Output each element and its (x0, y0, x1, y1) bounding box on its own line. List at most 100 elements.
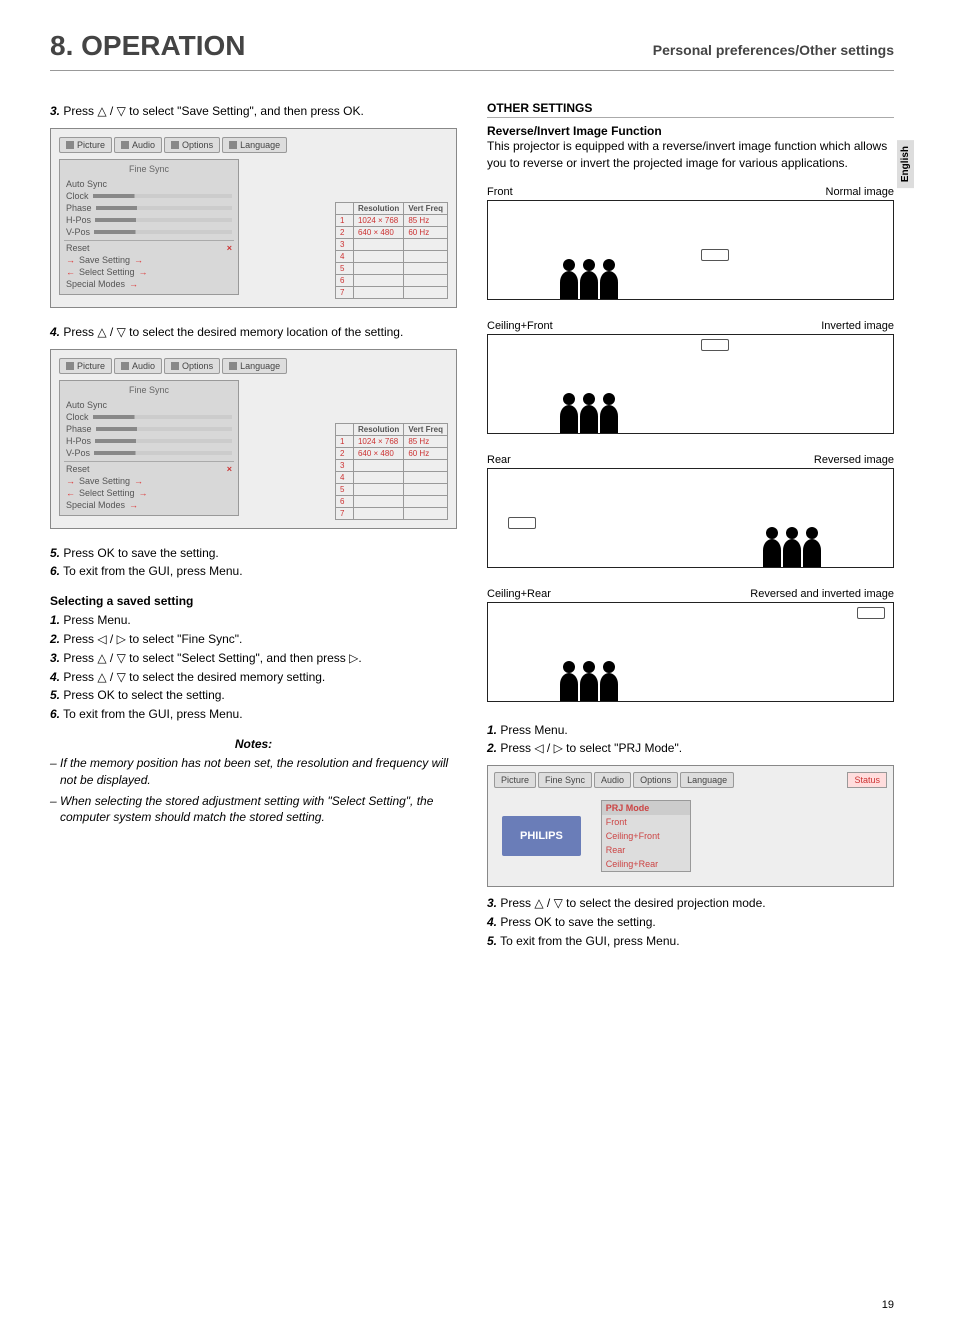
step-number: 3. (50, 104, 60, 118)
right-step-5: 5. To exit from the GUI, press Menu. (487, 933, 894, 950)
panel-row-autosync: Auto Sync (64, 178, 234, 190)
projector-icon (701, 339, 729, 351)
other-settings-heading: OTHER SETTINGS (487, 101, 894, 118)
osd-tab-audio: Audio (114, 358, 162, 374)
section-title: Personal preferences/Other settings (653, 42, 894, 58)
osd-prj-mode: Picture Fine Sync Audio Options Language… (487, 765, 894, 887)
slider (94, 230, 232, 234)
arrow-right-icon: → (139, 267, 148, 277)
projection-rear: RearReversed image (487, 454, 894, 568)
slider (95, 439, 232, 443)
osd-tab-audio: Audio (594, 772, 631, 788)
panel-row-vpos: V-Pos (64, 226, 234, 238)
projection-front: FrontNormal image (487, 186, 894, 300)
panel-row-save: →Save Setting→ (64, 475, 234, 487)
panel-row-autosync: Auto Sync (64, 399, 234, 411)
step-4: 4. Press △ / ▽ to select the desired mem… (50, 324, 457, 341)
slider (93, 415, 232, 419)
osd-tab-audio: Audio (114, 137, 162, 153)
prj-menu-rear: Rear (602, 843, 690, 857)
osd-screenshot-2: Picture Audio Options Language Fine Sync… (50, 349, 457, 529)
left-column: 3. Press △ / ▽ to select "Save Setting",… (50, 101, 457, 952)
audio-icon (121, 141, 129, 149)
reverse-description: This projector is equipped with a revers… (487, 138, 894, 172)
notes-title: Notes: (50, 737, 457, 751)
osd-tab-language: Language (222, 358, 287, 374)
step-text: Press △ / ▽ to select "Save Setting", an… (63, 104, 363, 118)
step-number: 4. (50, 325, 60, 339)
panel-row-hpos: H-Pos (64, 435, 234, 447)
picture-icon (66, 141, 74, 149)
panel-row-special: Special Modes→ (64, 278, 234, 290)
arrow-right-icon: → (66, 255, 75, 265)
audience-icon (763, 539, 821, 567)
panel-row-clock: Clock (64, 411, 234, 423)
slider (95, 218, 232, 222)
audience-icon (560, 405, 618, 433)
panel-title: Fine Sync (64, 164, 234, 174)
arrow-right-icon: → (66, 476, 75, 486)
status-button: Status (847, 772, 887, 788)
slider (96, 427, 232, 431)
language-side-tab: English (897, 140, 914, 188)
projection-ceiling-front: Ceiling+FrontInverted image (487, 320, 894, 434)
reverse-heading: Reverse/Invert Image Function (487, 124, 894, 138)
panel-row-save: →Save Setting→ (64, 254, 234, 266)
panel-row-special: Special Modes→ (64, 499, 234, 511)
arrow-right-icon: → (139, 488, 148, 498)
arrow-right-icon: → (129, 279, 138, 289)
prj-menu-title: PRJ Mode (602, 801, 690, 815)
resolution-table: ResolutionVert Freq 11024 × 76885 Hz 264… (335, 423, 448, 520)
osd-tab-picture: Picture (494, 772, 536, 788)
right-column: OTHER SETTINGS Reverse/Invert Image Func… (487, 101, 894, 952)
projection-ceiling-rear: Ceiling+RearReversed and inverted image (487, 588, 894, 702)
osd-panel: Fine Sync Auto Sync Clock Phase H-Pos V-… (59, 159, 239, 295)
arrow-right-icon: → (134, 255, 143, 265)
osd-screenshot-1: Picture Audio Options Language Fine Sync… (50, 128, 457, 308)
sel-step-1: 1. Press Menu. (50, 612, 457, 629)
osd-panel: Fine Sync Auto Sync Clock Phase H-Pos V-… (59, 380, 239, 516)
audio-icon (121, 362, 129, 370)
arrow-right-icon: → (129, 500, 138, 510)
sel-step-6: 6. To exit from the GUI, press Menu. (50, 706, 457, 723)
step-text: Press △ / ▽ to select the desired memory… (63, 325, 403, 339)
projector-icon (857, 607, 885, 619)
philips-logo: PHILIPS (502, 816, 581, 856)
prj-menu-front: Front (602, 815, 690, 829)
arrow-right-icon: ← (66, 488, 75, 498)
osd-tab-options: Options (633, 772, 678, 788)
sel-step-2: 2. Press ◁ / ▷ to select "Fine Sync". (50, 631, 457, 648)
right-step-1: 1. Press Menu. (487, 722, 894, 739)
slider (94, 451, 232, 455)
slider (96, 206, 232, 210)
close-icon: × (227, 243, 232, 253)
chapter-title: 8. OPERATION (50, 30, 246, 62)
panel-row-reset: Reset× (64, 240, 234, 254)
options-icon (171, 141, 179, 149)
page-number: 19 (882, 1299, 894, 1311)
osd-tab-options: Options (164, 358, 220, 374)
picture-icon (66, 362, 74, 370)
panel-row-clock: Clock (64, 190, 234, 202)
osd-tab-finesync: Fine Sync (538, 772, 592, 788)
right-step-2: 2. Press ◁ / ▷ to select "PRJ Mode". (487, 740, 894, 757)
panel-row-hpos: H-Pos (64, 214, 234, 226)
panel-title: Fine Sync (64, 385, 234, 395)
osd-tab-language: Language (222, 137, 287, 153)
panel-row-select: ←Select Setting→ (64, 487, 234, 499)
panel-row-reset: Reset× (64, 461, 234, 475)
prj-menu-ceiling-rear: Ceiling+Rear (602, 857, 690, 871)
right-step-3: 3. Press △ / ▽ to select the desired pro… (487, 895, 894, 912)
right-step-4: 4. Press OK to save the setting. (487, 914, 894, 931)
panel-row-phase: Phase (64, 423, 234, 435)
note-1: – If the memory position has not been se… (50, 755, 457, 789)
projector-icon (508, 517, 536, 529)
osd-tab-options: Options (164, 137, 220, 153)
sel-step-3: 3. Press △ / ▽ to select "Select Setting… (50, 650, 457, 667)
audience-icon (560, 271, 618, 299)
osd-tab-picture: Picture (59, 137, 112, 153)
resolution-table: ResolutionVert Freq 11024 × 76885 Hz 264… (335, 202, 448, 299)
note-2: – When selecting the stored adjustment s… (50, 793, 457, 827)
panel-row-vpos: V-Pos (64, 447, 234, 459)
panel-row-phase: Phase (64, 202, 234, 214)
